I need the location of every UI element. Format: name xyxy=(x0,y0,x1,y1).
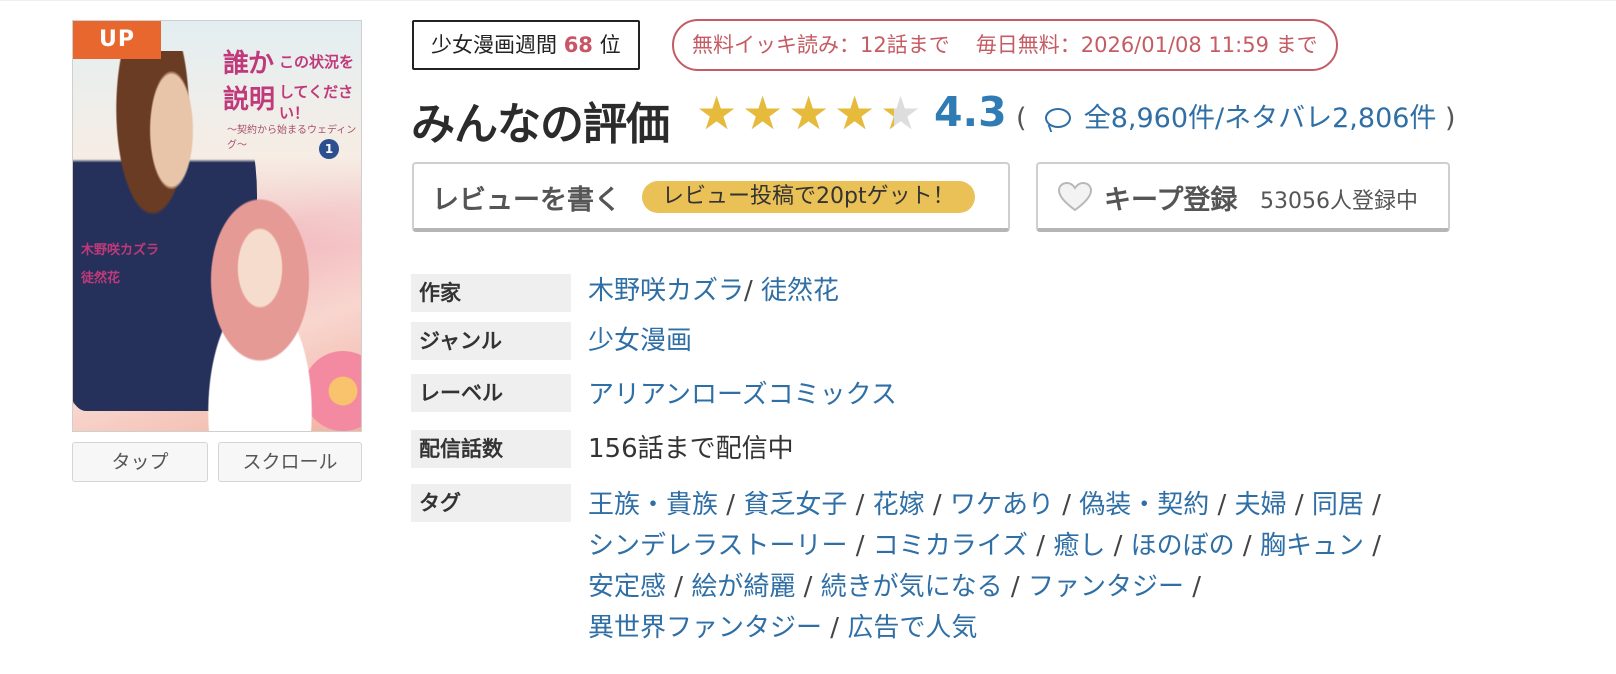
tag-separator: / xyxy=(924,490,950,520)
tag-separator: / xyxy=(847,531,873,561)
label-value: アリアンローズコミックス xyxy=(588,374,897,411)
tag-link[interactable]: 同居 xyxy=(1312,490,1364,520)
tags-label: タグ xyxy=(411,484,571,522)
episodes-label: 配信話数 xyxy=(411,430,571,468)
genre-value: 少女漫画 xyxy=(588,320,692,357)
scroll-button[interactable]: スクロール xyxy=(218,442,362,482)
tag-link[interactable]: 貧乏女子 xyxy=(743,490,847,520)
rating-value: 4.3 xyxy=(934,88,1007,136)
review-bonus-pill: レビュー投稿で20ptゲット！ xyxy=(642,181,975,213)
cover-volume-badge: 1 xyxy=(319,139,339,159)
tag-link[interactable]: 広告で人気 xyxy=(847,613,977,643)
genre-link[interactable]: 少女漫画 xyxy=(588,326,692,356)
write-review-label: レビューを書く xyxy=(432,185,621,216)
tag-link[interactable]: シンデレラストーリー xyxy=(588,531,847,561)
tag-separator: / xyxy=(1053,490,1080,520)
episodes-value: 156話まで配信中 xyxy=(588,434,794,464)
review-counts-text: 全8,960件/ネタバレ2,806件 xyxy=(1083,103,1437,134)
rating-heading: みんなの評価 xyxy=(411,99,670,150)
tag-link[interactable]: 王族・貴族 xyxy=(588,490,718,520)
tag-separator: / xyxy=(1028,531,1054,561)
ranking-prefix: 少女漫画週間 xyxy=(431,33,557,57)
keep-label: キープ登録 xyxy=(1104,185,1238,216)
tag-separator: / xyxy=(847,490,873,520)
open-paren: ( xyxy=(1016,103,1027,134)
tag-link[interactable]: ほのぼの xyxy=(1131,531,1235,561)
author-values: 木野咲カズラ/ 徒然花 xyxy=(588,270,839,307)
tag-separator: / xyxy=(1002,572,1028,602)
tag-line: 異世界ファンタジー / 広告で人気 xyxy=(588,607,977,644)
top-divider xyxy=(0,0,1616,1)
tag-separator: / xyxy=(795,572,821,602)
cover-subtitle: ～契約から始まるウェディング～ xyxy=(227,125,357,151)
keep-button[interactable]: キープ登録 53056人登録中 xyxy=(1036,162,1450,232)
ranking-number: 68 xyxy=(563,33,593,57)
heart-icon xyxy=(1058,182,1092,212)
cover-title-line2-small: してください！ xyxy=(279,83,354,122)
cover-title-line1-small: この状況を xyxy=(279,53,355,71)
tag-separator: / xyxy=(666,572,692,602)
tag-link[interactable]: 安定感 xyxy=(588,572,666,602)
cover-image[interactable]: 誰か この状況を 説明 してください！ ～契約から始まるウェディング～ 1 木野… xyxy=(72,20,362,432)
tag-separator: / xyxy=(1363,531,1381,561)
tag-line: シンデレラストーリー / コミカライズ / 癒し / ほのぼの / 胸キュン / xyxy=(588,525,1381,562)
cover-title: 誰か この状況を 説明 してください！ ～契約から始まるウェディング～ xyxy=(223,43,361,151)
free-daily-text: 毎日無料：2026/01/08 11:59 まで xyxy=(975,33,1318,57)
up-badge: UP xyxy=(73,21,161,59)
genre-label: ジャンル xyxy=(411,322,571,360)
tag-link[interactable]: 絵が綺麗 xyxy=(691,572,795,602)
tag-link[interactable]: 異世界ファンタジー xyxy=(588,613,822,643)
tag-separator: / xyxy=(1209,490,1235,520)
rating-stars: ★★★★★★★★★★ xyxy=(696,90,926,142)
artist-link[interactable]: 徒然花 xyxy=(761,276,839,306)
star-icon: ★★ xyxy=(742,86,784,140)
cover-title-line1: 誰か xyxy=(223,49,274,79)
star-icon: ★★ xyxy=(696,86,738,140)
tag-link[interactable]: 花嫁 xyxy=(873,490,925,520)
tag-separator: / xyxy=(1286,490,1312,520)
cover-bride-illustration xyxy=(165,196,355,431)
cover-title-line2: 説明 xyxy=(223,85,276,115)
tag-link[interactable]: コミカライズ xyxy=(873,531,1028,561)
tag-link[interactable]: ファンタジー xyxy=(1028,572,1184,602)
free-ikki-text: 無料イッキ読み：12話まで xyxy=(692,33,950,57)
cover-author-text: 木野咲カズラ xyxy=(81,243,160,258)
tag-separator: / xyxy=(1183,572,1201,602)
tag-separator: / xyxy=(1234,531,1260,561)
tag-separator: / xyxy=(822,613,848,643)
free-reading-info: 無料イッキ読み：12話まで 毎日無料：2026/01/08 11:59 まで xyxy=(672,19,1338,71)
tag-link[interactable]: ワケあり xyxy=(950,490,1054,520)
tag-separator: / xyxy=(718,490,744,520)
write-review-button[interactable]: レビューを書く レビュー投稿で20ptゲット！ xyxy=(412,162,1010,232)
label-link[interactable]: アリアンローズコミックス xyxy=(588,380,897,410)
review-counts-link[interactable]: ( 全8,960件/ネタバレ2,806件 ) xyxy=(1016,96,1456,135)
tag-link[interactable]: 胸キュン xyxy=(1260,531,1364,561)
star-icon: ★★ xyxy=(788,86,830,140)
author-separator: / xyxy=(744,276,762,306)
speech-bubble-icon xyxy=(1045,107,1072,128)
ranking-badge[interactable]: 少女漫画週間 68 位 xyxy=(412,20,640,70)
label-label: レーベル xyxy=(411,374,571,412)
tag-link[interactable]: 偽装・契約 xyxy=(1079,490,1209,520)
tap-button[interactable]: タップ xyxy=(72,442,208,482)
tag-separator: / xyxy=(1105,531,1131,561)
star-icon: ★★ xyxy=(834,86,876,140)
tag-separator: / xyxy=(1363,490,1381,520)
tag-link[interactable]: 夫婦 xyxy=(1235,490,1287,520)
tag-line: 王族・貴族 / 貧乏女子 / 花嫁 / ワケあり / 偽装・契約 / 夫婦 / … xyxy=(588,484,1381,521)
star-icon: ★★ xyxy=(880,86,922,140)
ranking-suffix: 位 xyxy=(599,33,621,57)
tag-link[interactable]: 癒し xyxy=(1053,531,1105,561)
keep-count: 53056人登録中 xyxy=(1260,189,1418,214)
tag-link[interactable]: 続きが気になる xyxy=(821,572,1003,602)
close-paren: ) xyxy=(1445,103,1456,134)
author-label: 作家 xyxy=(411,274,571,312)
author-link[interactable]: 木野咲カズラ xyxy=(588,276,744,306)
cover-artist-text: 徒然花 xyxy=(81,271,121,286)
tag-line: 安定感 / 絵が綺麗 / 続きが気になる / ファンタジー / xyxy=(588,566,1201,603)
